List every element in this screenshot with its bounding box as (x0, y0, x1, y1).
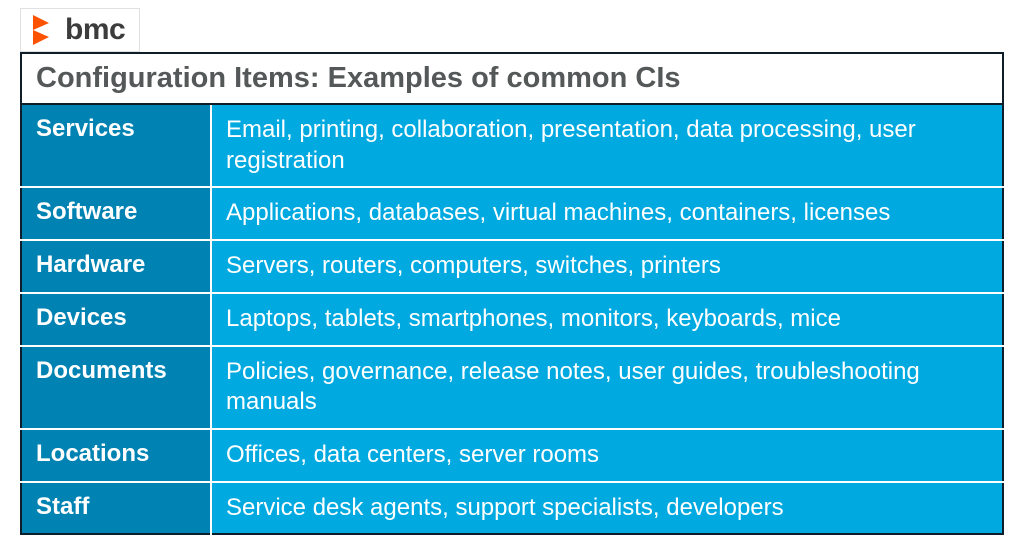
table-row: Software Applications, databases, virtua… (21, 187, 1003, 240)
ci-examples: Service desk agents, support specialists… (211, 482, 1003, 535)
ci-examples: Email, printing, collaboration, presenta… (211, 104, 1003, 187)
table-row: Hardware Servers, routers, computers, sw… (21, 240, 1003, 293)
ci-category: Services (21, 104, 211, 187)
brand-logo: bmc (20, 8, 140, 52)
ci-table: Configuration Items: Examples of common … (20, 52, 1004, 535)
brand-name: bmc (65, 13, 125, 47)
ci-examples: Applications, databases, virtual machine… (211, 187, 1003, 240)
ci-examples: Offices, data centers, server rooms (211, 429, 1003, 482)
ci-category: Devices (21, 293, 211, 346)
ci-examples: Servers, routers, computers, switches, p… (211, 240, 1003, 293)
table-row: Devices Laptops, tablets, smartphones, m… (21, 293, 1003, 346)
ci-examples: Policies, governance, release notes, use… (211, 346, 1003, 429)
table-title: Configuration Items: Examples of common … (21, 53, 1003, 104)
ci-category: Locations (21, 429, 211, 482)
ci-category: Software (21, 187, 211, 240)
ci-category: Hardware (21, 240, 211, 293)
table-row: Staff Service desk agents, support speci… (21, 482, 1003, 535)
ci-category: Documents (21, 346, 211, 429)
table-row: Services Email, printing, collaboration,… (21, 104, 1003, 187)
ci-category: Staff (21, 482, 211, 535)
table-row: Locations Offices, data centers, server … (21, 429, 1003, 482)
bmc-chevron-icon (29, 13, 59, 47)
table-row: Documents Policies, governance, release … (21, 346, 1003, 429)
ci-examples: Laptops, tablets, smartphones, monitors,… (211, 293, 1003, 346)
